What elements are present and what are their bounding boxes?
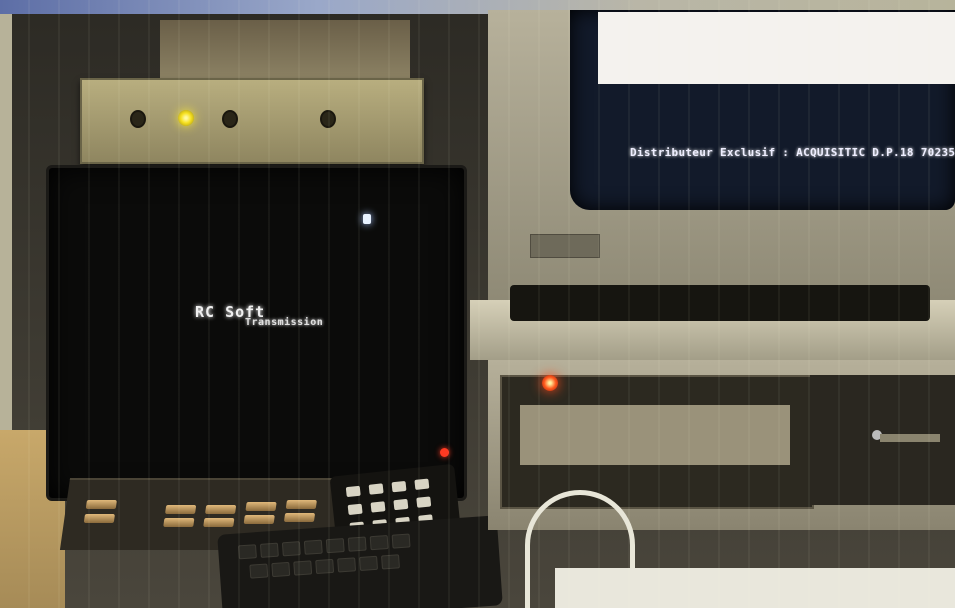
keypad-key — [370, 501, 386, 513]
drive-panel-label — [520, 405, 790, 465]
console-key — [83, 514, 115, 523]
keypad-key — [347, 503, 363, 516]
keypad-key — [393, 498, 409, 511]
monitor-badge — [530, 234, 600, 258]
keyboard-key — [391, 533, 411, 549]
keyboard-key — [281, 541, 301, 557]
yellow-led-icon — [178, 110, 194, 126]
drive-slot — [510, 285, 930, 321]
keyboard-key — [359, 555, 379, 571]
console-key — [203, 518, 235, 527]
knob — [222, 110, 238, 128]
left-monitor — [46, 165, 467, 501]
console-key — [85, 500, 117, 509]
red-led-icon — [440, 448, 449, 457]
console-key — [245, 502, 277, 511]
console-key — [243, 515, 275, 524]
keyboard-key — [271, 561, 291, 578]
keypad-key — [345, 485, 361, 498]
console-key — [205, 505, 237, 514]
keyboard-key — [249, 563, 269, 579]
keyboard-key — [337, 557, 357, 573]
paper-sheet — [555, 568, 955, 608]
wall-panel — [160, 20, 410, 80]
keypad-key — [416, 496, 432, 508]
keypad-key — [368, 483, 384, 495]
drive-lever — [880, 434, 940, 442]
console-key — [283, 513, 316, 522]
keyboard-key — [369, 534, 389, 551]
photo-scene: RC Soft Transmission Distributeur Exclus… — [0, 0, 955, 608]
keyboard-key — [259, 542, 279, 558]
knob — [320, 110, 336, 128]
keyboard-key — [237, 544, 257, 560]
keyboard-key — [347, 536, 367, 552]
screen-white-area — [598, 12, 955, 84]
keyboard-key — [325, 538, 345, 554]
console-key — [165, 505, 197, 514]
left-screen-subtitle: Transmission — [245, 317, 324, 328]
blue-indicator-icon — [363, 214, 371, 224]
keypad-key — [414, 478, 430, 490]
keyboard-key — [303, 539, 323, 555]
keyboard-key — [293, 560, 313, 576]
keypad-key — [391, 480, 407, 493]
red-power-led-icon — [542, 375, 558, 391]
keyboard-key — [315, 558, 335, 575]
right-screen-text: Distributeur Exclusif : ACQUISITIC D.P.1… — [630, 146, 955, 159]
console-key — [285, 500, 317, 509]
console-key — [163, 518, 195, 527]
knob — [130, 110, 146, 128]
control-box — [80, 78, 424, 164]
keyboard-key — [381, 554, 400, 570]
